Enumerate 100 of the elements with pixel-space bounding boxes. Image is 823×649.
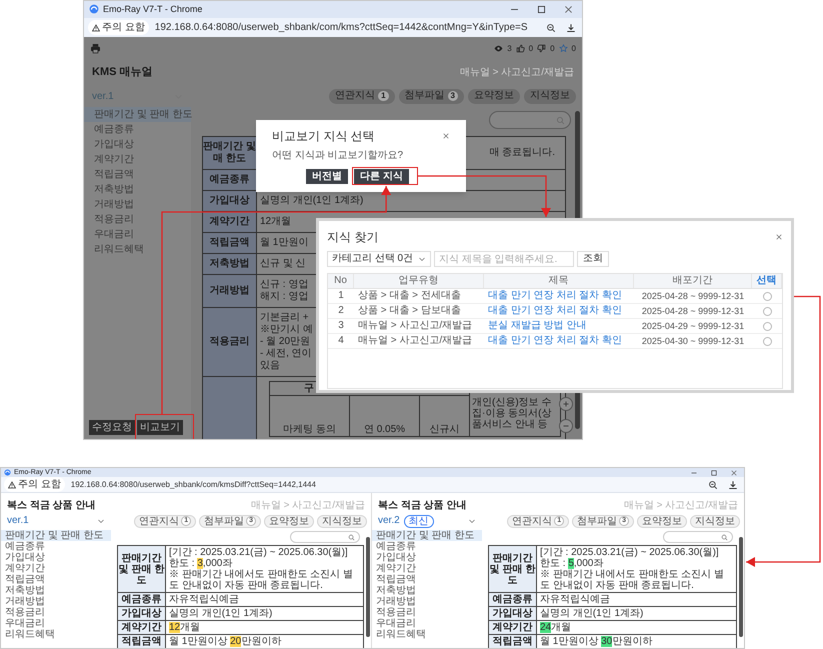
sidebar-item[interactable]: 가입대상 bbox=[372, 552, 482, 563]
zoom-icon[interactable] bbox=[708, 480, 718, 490]
chevron-down-icon[interactable] bbox=[468, 517, 476, 525]
warning-icon bbox=[92, 24, 100, 32]
maximize-icon[interactable] bbox=[710, 468, 718, 476]
table-cell-text: [기간 : 2025.03.21(금) ~ 2025.06.30(월)] 한도 : 3,000좌 ※ 판매기간 내에서도 판매한도 소진시 별도 안내없이 자동 판매 종료됩니다. bbox=[168, 546, 354, 592]
sidebar-item[interactable]: 거래방법 bbox=[1, 596, 111, 607]
tab-button[interactable]: 첨부파일 3 bbox=[398, 88, 464, 104]
tab-button[interactable]: 지식정보 bbox=[690, 514, 740, 528]
search-icon bbox=[721, 534, 728, 540]
tab-button[interactable]: 요약정보 bbox=[264, 514, 314, 528]
search-icon bbox=[556, 116, 565, 124]
star-icon bbox=[558, 44, 568, 54]
close-icon[interactable] bbox=[775, 233, 783, 241]
table-cell-text: 실명의 개인(1인 1계좌) bbox=[168, 607, 274, 620]
url-text[interactable]: 192.168.0.64:8080/userweb_shbank/com/kmsDiff?cttSeq=1442,1444 bbox=[70, 480, 316, 490]
table-header-cell: 가입대상 bbox=[118, 607, 166, 620]
sidebar-item[interactable]: 우대금리 bbox=[1, 618, 111, 629]
sidebar-item[interactable]: 예금종류 bbox=[372, 541, 482, 552]
table-cell-text: [기간 : 2025.03.21(금) ~ 2025.06.30(월)] 한도 : 5,000좌 ※ 판매기간 내에서도 판매한도 소진시 별도 안내없이 자동 판매 종료됩니다. bbox=[539, 546, 725, 592]
dialog-button[interactable]: 버전별 bbox=[306, 168, 348, 184]
close-icon[interactable] bbox=[442, 132, 450, 140]
table-cell-text: 12개월 bbox=[168, 621, 202, 634]
count-text: 0 bbox=[572, 44, 576, 54]
url-text[interactable]: 192.168.0.64:8080/userweb_shbank/com/kms?cttSeq=1442&contMng=Y&inType=S bbox=[154, 22, 528, 34]
table-cell-text: 2025-04-29 ~ 9999-12-31 bbox=[640, 320, 746, 332]
security-chip[interactable]: 주의 요함 bbox=[88, 20, 149, 35]
table-header-cell: 적용금리 bbox=[203, 308, 257, 376]
page-title: 복스 적금 상품 안내 bbox=[378, 500, 466, 512]
warning-icon bbox=[8, 480, 16, 488]
radio-button[interactable] bbox=[762, 336, 772, 346]
chevron-down-icon bbox=[418, 255, 426, 263]
sidebar-item[interactable]: 계약기간 bbox=[372, 563, 482, 574]
sidebar-item[interactable]: 판매기간 및 판매 한도 bbox=[372, 530, 482, 541]
sidebar-item[interactable]: 적용금리 bbox=[372, 607, 482, 618]
search-icon bbox=[348, 534, 355, 540]
dialog-button[interactable]: 다른 지식 bbox=[354, 168, 409, 184]
table-cell: 연 0.05% bbox=[350, 396, 420, 436]
sidebar-item[interactable]: 예금종류 bbox=[1, 541, 111, 552]
table-cell-text: 월 1만원이상 30만원이하 bbox=[539, 635, 654, 648]
security-chip[interactable]: 주의 요함 bbox=[4, 477, 65, 492]
sidebar-item[interactable]: 리워드혜택 bbox=[1, 629, 111, 640]
radio-button[interactable] bbox=[762, 306, 772, 316]
chevron-down-icon[interactable] bbox=[97, 517, 105, 525]
maximize-icon[interactable] bbox=[536, 4, 547, 15]
table-cell-text: 2025-04-30 ~ 9999-12-31 bbox=[640, 335, 746, 347]
zoom-icon[interactable] bbox=[546, 22, 556, 32]
action-button[interactable]: 비교보기 bbox=[137, 420, 183, 435]
sidebar-item[interactable]: 판매기간 및 판매 한도 bbox=[1, 530, 111, 541]
printer-icon[interactable] bbox=[90, 43, 101, 54]
latest-badge: 최신 bbox=[404, 514, 434, 528]
table-cell-text: 상품 > 대출 > 전세대출 bbox=[357, 290, 462, 302]
page-title: 복스 적금 상품 안내 bbox=[7, 500, 96, 512]
table-header-cell: 판매기간 및 매 한도 bbox=[203, 137, 257, 169]
action-button[interactable]: 수정요청 bbox=[89, 420, 135, 435]
eye-icon bbox=[494, 44, 504, 54]
column-header: 배포기간 bbox=[634, 274, 752, 288]
table-cell: 실명의 개인(1인 1계좌) bbox=[257, 191, 565, 211]
close-icon[interactable] bbox=[563, 4, 574, 15]
table-cell-text: 2025-04-28 ~ 9999-12-31 bbox=[640, 305, 746, 317]
sidebar-item[interactable]: 우대금리 bbox=[372, 618, 482, 629]
radio-button[interactable] bbox=[762, 322, 772, 330]
sidebar-item[interactable]: 적립금액 bbox=[372, 574, 482, 585]
table-cell-text: 매뉴얼 > 사고신고/재발급 bbox=[357, 320, 474, 332]
sidebar-item[interactable]: 리워드혜택 bbox=[372, 629, 482, 640]
scrollbar[interactable] bbox=[366, 537, 370, 637]
download-icon[interactable] bbox=[728, 480, 738, 490]
search-field[interactable] bbox=[489, 111, 571, 129]
table-header-cell: 적립금액 bbox=[118, 635, 166, 648]
tab-button[interactable]: 지식정보 bbox=[317, 514, 367, 528]
column-header: 선택 bbox=[752, 274, 782, 288]
tab-button[interactable]: 요약정보 bbox=[637, 514, 687, 528]
search-button[interactable]: 조회 bbox=[577, 251, 609, 267]
table-header-cell: 판매기간 및 판매 한도 bbox=[489, 546, 537, 592]
sidebar-item[interactable]: 적용금리 bbox=[1, 607, 111, 618]
table-header-cell: 계약기간 bbox=[489, 621, 537, 634]
window-title: Emo-Ray V7-T - Chrome bbox=[103, 3, 202, 16]
sidebar-item[interactable]: 가입대상 bbox=[1, 552, 111, 563]
column-header: No bbox=[328, 274, 354, 288]
category-dropdown[interactable]: 카테고리 선택 0건 bbox=[327, 251, 431, 267]
tab-button[interactable]: 연관지식 1 bbox=[329, 88, 395, 104]
table-header-cell: 거래방법 bbox=[203, 275, 257, 307]
version-select[interactable]: ver.2 bbox=[378, 515, 400, 527]
count-text: 0 bbox=[550, 44, 555, 54]
table-cell-text: 4 bbox=[337, 335, 345, 347]
zoom-in-button[interactable] bbox=[559, 397, 573, 411]
sidebar-item[interactable]: 계약기간 bbox=[1, 563, 111, 574]
zoom-out-button[interactable] bbox=[559, 419, 573, 433]
sidebar-item[interactable]: 적립금액 bbox=[1, 574, 111, 585]
app-icon bbox=[89, 4, 99, 14]
table-header-cell: 판매기간 및 판매 한도 bbox=[118, 546, 166, 592]
close-icon[interactable] bbox=[730, 468, 738, 476]
scrollbar[interactable] bbox=[738, 537, 742, 637]
sidebar-item[interactable]: 거래방법 bbox=[372, 596, 482, 607]
radio-button[interactable] bbox=[762, 292, 772, 300]
sidebar-item[interactable]: 저축방법 bbox=[372, 585, 482, 596]
version-select[interactable]: ver.1 bbox=[7, 515, 29, 527]
sidebar-item[interactable]: 저축방법 bbox=[1, 585, 111, 596]
download-icon[interactable] bbox=[566, 22, 576, 32]
column-header: 제목 bbox=[484, 274, 634, 288]
